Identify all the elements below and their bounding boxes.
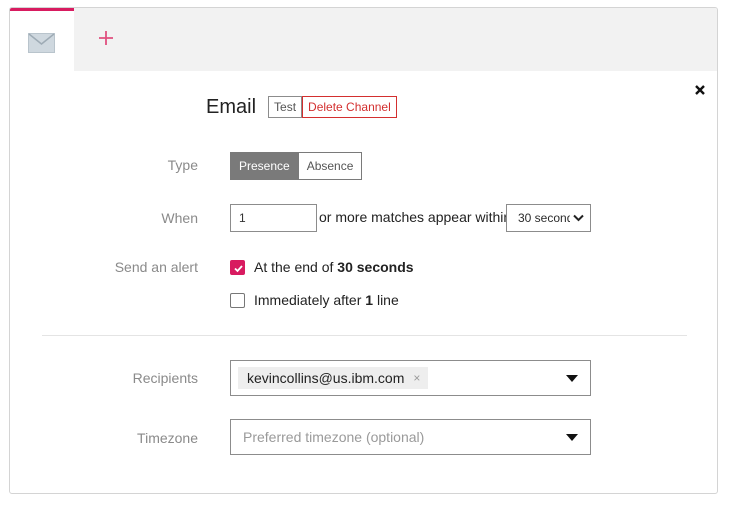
- type-option-presence[interactable]: Presence: [231, 153, 298, 179]
- tab-email[interactable]: [10, 8, 74, 71]
- timezone-select[interactable]: Preferred timezone (optional): [230, 419, 591, 455]
- check-icon: [234, 264, 243, 272]
- when-label: When: [161, 210, 198, 226]
- type-label: Type: [167, 157, 198, 173]
- timezone-label: Timezone: [137, 430, 198, 446]
- channel-tab-bar: [10, 8, 717, 71]
- match-count-input[interactable]: [230, 204, 317, 232]
- alert-immediate-count: 1: [365, 292, 374, 308]
- close-icon: [695, 85, 705, 95]
- recipient-email: kevincollins@us.ibm.com: [247, 370, 405, 386]
- remove-recipient-button[interactable]: ×: [413, 371, 420, 385]
- when-description: or more matches appear within: [319, 209, 512, 225]
- timezone-placeholder: Preferred timezone (optional): [243, 429, 425, 445]
- caret-down-icon: [566, 375, 578, 382]
- alert-immediate-prefix: Immediately after: [254, 292, 366, 308]
- delete-channel-button[interactable]: Delete Channel: [302, 96, 397, 118]
- alert-immediate-option: Immediately after 1 line: [230, 292, 399, 308]
- type-option-absence[interactable]: Absence: [297, 153, 362, 179]
- send-alert-label: Send an alert: [114, 259, 198, 275]
- alert-immediate-checkbox[interactable]: [230, 292, 245, 308]
- section-divider: [42, 335, 687, 336]
- chevron-down-icon: [573, 214, 584, 222]
- time-window-select[interactable]: 30 seconds: [506, 204, 591, 232]
- alert-immediate-suffix: line: [373, 292, 399, 308]
- caret-down-icon: [566, 434, 578, 441]
- add-channel-button[interactable]: [94, 26, 118, 50]
- alert-immediate-text: Immediately after 1 line: [254, 292, 399, 308]
- alert-end-text: At the end of 30 seconds: [254, 259, 414, 275]
- recipients-field[interactable]: kevincollins@us.ibm.com ×: [230, 360, 591, 396]
- envelope-icon: [28, 33, 55, 53]
- alert-end-option: At the end of 30 seconds: [230, 259, 414, 275]
- alert-end-duration: 30 seconds: [337, 259, 414, 275]
- alert-end-prefix: At the end of: [254, 259, 338, 275]
- time-window-value: 30 seconds: [518, 211, 570, 225]
- recipients-label: Recipients: [132, 370, 198, 386]
- plus-icon: [99, 31, 113, 45]
- recipient-chip: kevincollins@us.ibm.com ×: [238, 367, 429, 389]
- alert-end-checkbox[interactable]: [230, 259, 245, 275]
- test-button[interactable]: Test: [268, 96, 303, 118]
- type-segmented-control: Presence Absence: [230, 152, 363, 180]
- close-button[interactable]: [693, 83, 707, 97]
- channel-title: Email: [206, 95, 257, 118]
- channel-header: Email Test Delete Channel: [206, 95, 397, 119]
